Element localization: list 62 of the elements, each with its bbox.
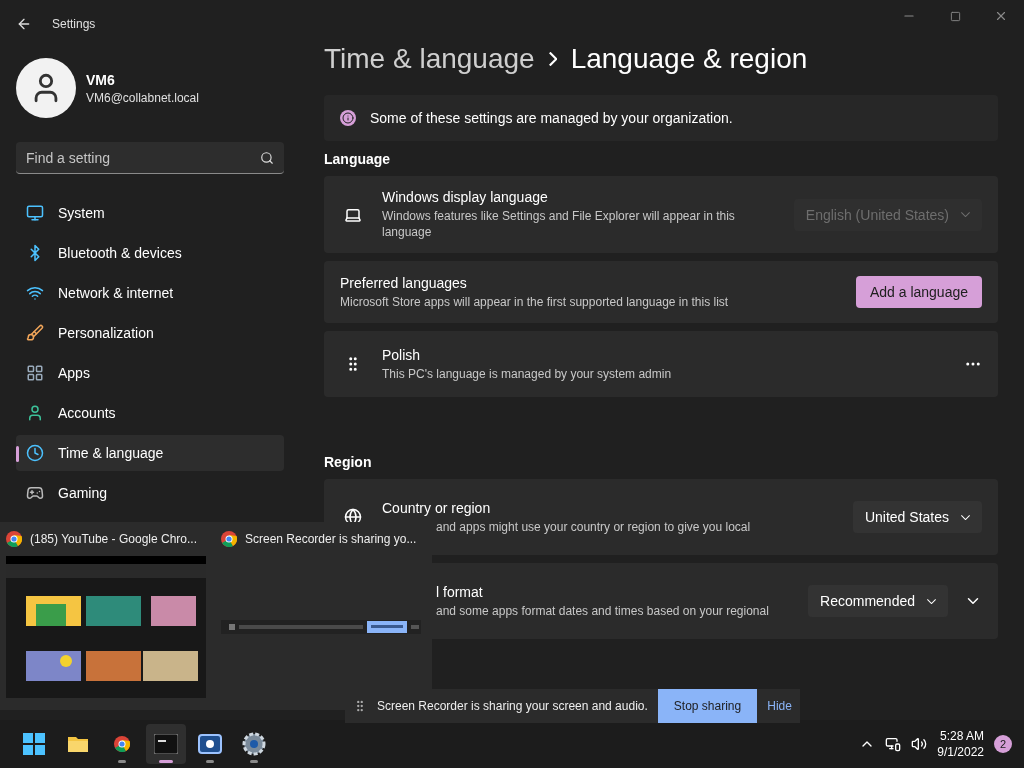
volume-icon[interactable] [911,736,928,752]
search-field[interactable]: Find a setting [16,142,284,174]
breadcrumb-link[interactable]: Time & language [324,43,535,75]
clock-icon [26,444,44,462]
setting-title: l format [435,583,484,600]
terminal-icon [154,734,178,754]
setting-description: Microsoft Store apps will appear in the first supported language in this list [340,293,730,310]
gamepad-icon [26,484,44,502]
sidebar-item[interactable]: Accounts [16,395,284,431]
sidebar-item[interactable]: Apps [16,355,284,391]
notice-text: Some of these settings are managed by your organization. [370,110,733,126]
setting-title: Country or region [382,499,492,516]
setting-description: and some apps format dates and times based on your regional [435,602,770,619]
preview-title[interactable]: (185) YouTube - Google Chro... [30,532,197,546]
section-heading: Language [324,151,392,167]
sidebar-item[interactable]: Gaming [16,475,284,511]
sidebar-item[interactable]: Network & internet [16,275,284,311]
chevron-down-icon [961,514,970,520]
monitor-icon [26,204,44,222]
dropdown[interactable]: Recommended [808,585,948,617]
dropdown[interactable]: United States [852,501,982,533]
back-icon[interactable] [16,16,32,32]
wifi-icon [26,284,44,302]
setting-description: Windows features like Settings and File Explorer will appear in this language [382,208,736,240]
sidebar-item[interactable]: Time & language [16,435,284,471]
setting-title: Polish [382,346,422,363]
chevron-right-icon [548,52,557,66]
camera-icon [198,734,222,754]
brush-icon [26,324,44,342]
share-text: Screen Recorder is sharing your screen and audio. [377,699,648,713]
stop-sharing-button[interactable]: Stop sharing [657,689,758,723]
person-icon [26,404,44,422]
sidebar-item[interactable]: Bluetooth & devices [16,235,284,271]
windows-logo-icon [23,733,45,755]
network-icon[interactable] [885,736,902,752]
avatar [16,58,76,118]
search-icon[interactable] [260,151,274,165]
chevron-down-icon [961,212,970,217]
hide-link[interactable]: Hide [767,699,792,713]
setting-title: Preferred languages [340,274,468,291]
clock[interactable]: 5:28 AM 9/1/2022 [937,729,984,759]
setting-description: This PC's language is managed by your system admin [382,365,673,382]
user-name: VM6 [86,71,116,88]
grid-icon [26,364,44,382]
section-heading: Region [324,454,373,470]
setting-title: Windows display language [382,189,549,205]
setting-description: and apps might use your country or region to give you local [435,518,752,535]
window-title: Settings [52,17,96,31]
gear-icon [242,732,266,756]
user-email: VM6@collabnet.local [86,90,199,105]
chrome-icon [114,736,130,752]
notification-badge[interactable]: 2 [994,735,1012,753]
sidebar-item[interactable]: System [16,195,284,231]
preview-title[interactable]: Screen Recorder is sharing yo... [245,532,417,546]
info-icon [340,110,356,126]
chevron-down-icon [927,598,936,604]
page-title: Language & region [570,43,808,75]
taskbar-app[interactable] [146,724,186,764]
chrome-icon [6,531,22,547]
sidebar-item[interactable]: Personalization [16,315,284,351]
chrome-icon [221,531,237,547]
add-language-button[interactable]: Add a language [855,276,982,308]
